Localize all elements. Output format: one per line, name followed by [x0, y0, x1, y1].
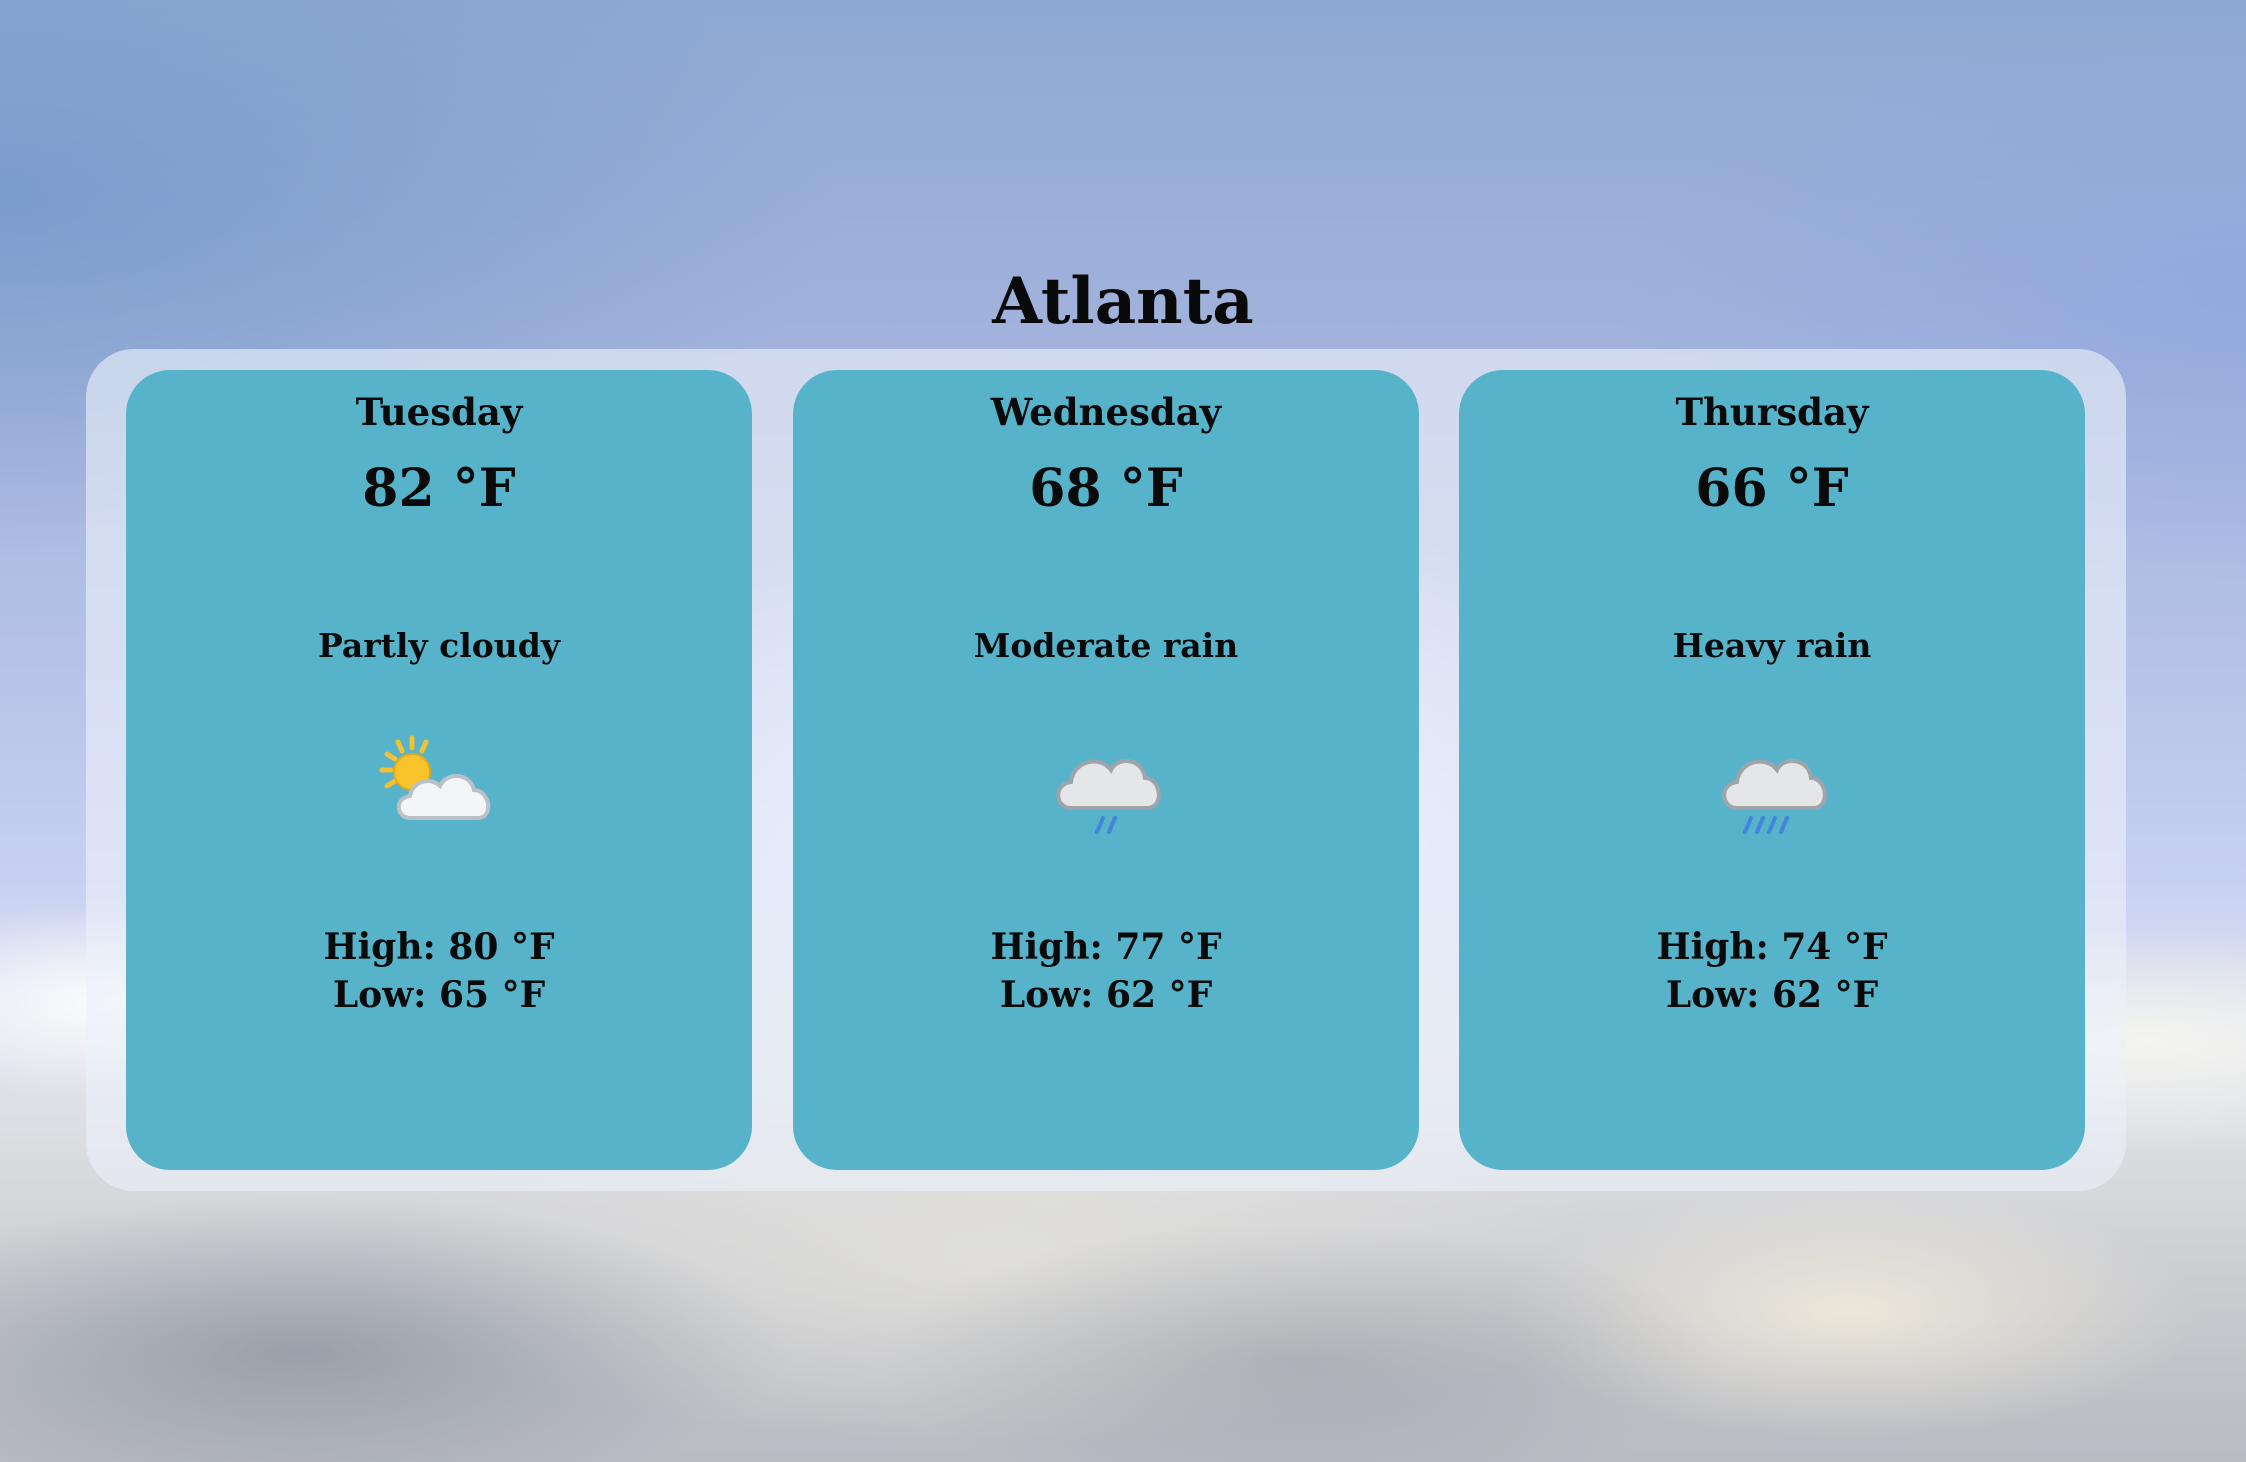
current-temperature: 68 °F — [1029, 458, 1183, 519]
forecast-card-wednesday: Wednesday 68 °F Moderate rain High: 77 °… — [793, 370, 1419, 1170]
partly-cloudy-icon — [374, 732, 504, 842]
current-temperature: 82 °F — [362, 458, 516, 519]
high-temperature: High: 80 °F — [323, 926, 555, 968]
day-label: Tuesday — [355, 390, 523, 434]
high-temperature: High: 74 °F — [1656, 926, 1888, 968]
heavy-rain-icon — [1707, 732, 1837, 842]
low-temperature: Low: 62 °F — [1665, 974, 1879, 1016]
condition-label: Partly cloudy — [317, 626, 561, 665]
low-temperature: Low: 65 °F — [332, 974, 546, 1016]
moderate-rain-icon — [1041, 732, 1171, 842]
forecast-card-tuesday: Tuesday 82 °F Partly cloudy High: 80 °F … — [126, 370, 752, 1170]
day-label: Thursday — [1675, 390, 1869, 434]
condition-label: Heavy rain — [1672, 626, 1872, 665]
condition-label: Moderate rain — [973, 626, 1239, 665]
high-temperature: High: 77 °F — [990, 926, 1222, 968]
current-temperature: 66 °F — [1695, 458, 1849, 519]
city-title: Atlanta — [992, 264, 1254, 339]
day-label: Wednesday — [990, 390, 1222, 434]
low-temperature: Low: 62 °F — [999, 974, 1213, 1016]
forecast-card-thursday: Thursday 66 °F Heavy rain High: 74 °F Lo… — [1459, 370, 2085, 1170]
